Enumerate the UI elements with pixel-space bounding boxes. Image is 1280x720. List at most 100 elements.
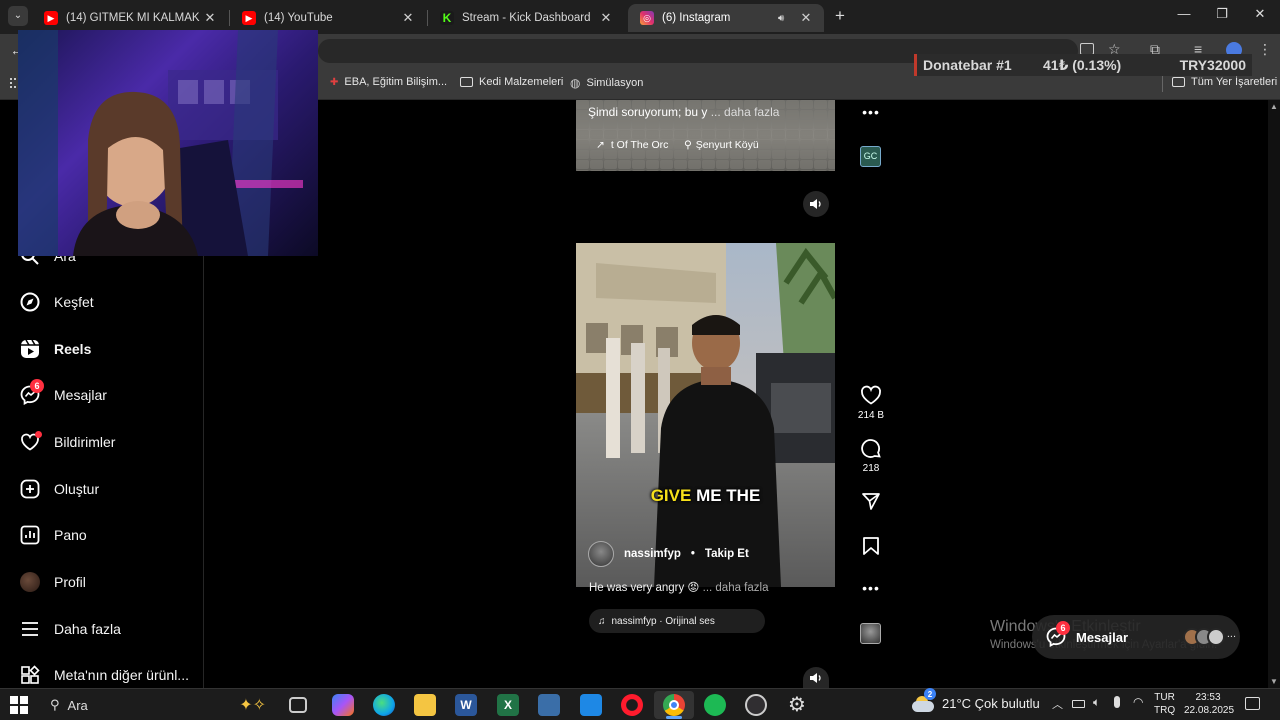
audio-chip[interactable]: ♫ nassimfyp · Orijinal ses [589, 609, 765, 633]
bookmark-all[interactable]: Tüm Yer İşaretleri [1172, 76, 1277, 88]
copilot-icon[interactable] [332, 694, 354, 716]
scroll-up-arrow[interactable]: ▲ [1270, 102, 1278, 111]
copilot-sparkle-icon: ✦✧ [239, 697, 266, 714]
sidebar-item-mesajlar[interactable]: 6 Mesajlar [20, 379, 107, 406]
messenger-icon: 6 [1046, 621, 1070, 648]
kick-icon: K [440, 11, 454, 25]
heart-icon [861, 385, 881, 405]
sidebar-item-kesfet[interactable]: Keşfet [20, 292, 94, 312]
author-username[interactable]: nassimfyp [624, 548, 681, 560]
tray-overflow-icon[interactable]: ︿ [1052, 696, 1063, 712]
speaker-icon[interactable]: 🔊︎ [778, 13, 794, 24]
tab-instagram[interactable]: ◎ (6) Instagram 🔊︎ ✕ [628, 4, 824, 32]
author-avatar[interactable] [588, 541, 614, 567]
close-window-button[interactable]: ✕ [1246, 6, 1274, 22]
reel-post-1[interactable]: Şimdi soruyorum; bu y ... daha fazla ↗ t… [576, 100, 835, 171]
folder-icon [460, 77, 473, 87]
excel-icon[interactable]: X [497, 694, 519, 716]
music-note-icon: ♫ [598, 615, 606, 627]
windows-taskbar: ⚲ Ara ✦✧ W X ⚙ 2 21°C Çok bulutlu ︿ 🔈︎ ◠… [0, 688, 1280, 720]
more-link[interactable]: ... daha fazla [703, 582, 769, 594]
start-button[interactable] [10, 696, 28, 719]
audio-tag[interactable]: ↗ t Of The Orc [596, 139, 668, 151]
bookmark-simulasyon[interactable]: ◍ Simülasyon [570, 76, 643, 90]
like-button[interactable]: 214 B [856, 385, 886, 421]
sidebar-item-pano[interactable]: Pano [20, 525, 87, 545]
youtube-icon: ▶ [242, 11, 256, 25]
taskbar-search[interactable]: ⚲ Ara ✦✧ [42, 692, 272, 718]
clock[interactable]: 23:53 22.08.2025 [1184, 691, 1234, 717]
bookmark-kedi-malzemeleri[interactable]: Kedi Malzemeleri [460, 76, 563, 88]
post-caption: He was very angry 😡 [589, 582, 700, 594]
messages-badge: 6 [1056, 621, 1070, 635]
instagram-icon: ◎ [640, 11, 654, 25]
close-tab-icon[interactable]: ✕ [202, 10, 218, 26]
weather-widget[interactable]: 2 21°C Çok bulutlu [912, 688, 1040, 712]
follow-button[interactable]: Takip Et [705, 548, 749, 560]
calculator-icon[interactable] [538, 694, 560, 716]
compass-icon [20, 292, 40, 312]
store-icon[interactable] [580, 694, 602, 716]
scroll-down-arrow[interactable]: ▼ [1270, 677, 1278, 686]
tab-kick-dashboard[interactable]: K Stream - Kick Dashboard ✕ [428, 4, 624, 32]
speaker-icon [810, 199, 821, 209]
comment-count: 218 [862, 463, 880, 474]
word-icon[interactable]: W [455, 694, 477, 716]
tab-youtube-video[interactable]: ▶ (14) GİTMEK Mİ KALMAK MI? B ✕ [32, 4, 228, 32]
reel-post-2[interactable]: GIVE ME THE nassimfyp • Takip Et [576, 243, 835, 587]
file-explorer-icon[interactable] [414, 694, 436, 716]
sidebar-item-reels[interactable]: Reels [20, 339, 91, 359]
notification-center-icon[interactable] [1245, 697, 1260, 710]
more-options-icon[interactable]: ••• [856, 104, 886, 120]
video-subtitle: GIVE ME THE [650, 486, 761, 505]
save-button[interactable] [856, 536, 886, 559]
language-indicator[interactable]: TUR TRQ [1154, 691, 1175, 717]
task-view-icon[interactable] [289, 697, 307, 713]
post-caption: Şimdi soruyorum; bu y [588, 105, 708, 119]
sidebar-item-meta-products[interactable]: Meta'nın diğer ürünl... [20, 665, 189, 685]
page-scrollbar[interactable]: ▲ ▼ [1268, 100, 1280, 688]
sidebar-item-daha-fazla[interactable]: Daha fazla [20, 619, 121, 639]
location-tag[interactable]: ⚲ Şenyurt Köyü [684, 139, 759, 151]
sidebar-item-bildirimler[interactable]: Bildirimler [20, 431, 115, 452]
mute-toggle-button[interactable] [803, 191, 829, 217]
share-button[interactable] [856, 491, 886, 514]
sidebar-item-profil[interactable]: Profil [20, 572, 86, 592]
chrome-taskbar-active[interactable] [654, 691, 694, 719]
opera-icon[interactable] [621, 694, 643, 716]
webcam-overlay [18, 30, 318, 256]
edge-icon[interactable] [373, 694, 395, 716]
reel-video-frame [576, 243, 835, 587]
globe-icon: ◍ [570, 76, 581, 90]
battery-icon[interactable] [1072, 700, 1085, 708]
kebab-menu-icon[interactable]: ⋮ [1258, 41, 1272, 58]
settings-gear-icon[interactable]: ⚙ [786, 694, 808, 716]
comment-button[interactable]: 218 [856, 438, 886, 474]
network-icon[interactable]: ◠ [1133, 695, 1143, 709]
obs-icon[interactable] [745, 694, 767, 716]
new-tab-button[interactable]: + [830, 7, 850, 27]
browser-tab-strip: ⌄ ▶ (14) GİTMEK Mİ KALMAK MI? B ✕ ▶ (14)… [0, 0, 1280, 34]
close-tab-icon[interactable]: ✕ [798, 10, 814, 26]
messages-floating-button[interactable]: 6 Mesajlar ... [1032, 615, 1240, 659]
eba-icon: ✚ [330, 76, 339, 88]
more-options-icon[interactable]: ••• [856, 580, 886, 596]
more-link[interactable]: ... daha fazla [711, 105, 780, 119]
spotify-icon[interactable] [704, 694, 726, 716]
tab-youtube[interactable]: ▶ (14) YouTube ✕ [230, 4, 426, 32]
close-tab-icon[interactable]: ✕ [598, 10, 614, 26]
create-plus-icon [20, 479, 40, 499]
bookmark-eba[interactable]: ✚ EBA, Eğitim Bilişim... [330, 76, 447, 88]
post1-thumbnail[interactable]: GC [860, 146, 881, 167]
minimize-button[interactable]: — [1170, 6, 1198, 21]
mute-toggle-button[interactable] [803, 667, 829, 689]
close-tab-icon[interactable]: ✕ [400, 10, 416, 26]
search-icon: ⚲ [50, 697, 60, 712]
microphone-icon[interactable] [1114, 696, 1120, 708]
tab-search-button[interactable]: ⌄ [8, 6, 28, 26]
speaker-icon [810, 673, 821, 683]
volume-icon[interactable]: 🔈︎ [1093, 695, 1100, 710]
maximize-button[interactable]: ❐ [1208, 6, 1236, 22]
audio-thumbnail[interactable] [860, 623, 881, 644]
sidebar-item-olustur[interactable]: Oluştur [20, 479, 99, 499]
